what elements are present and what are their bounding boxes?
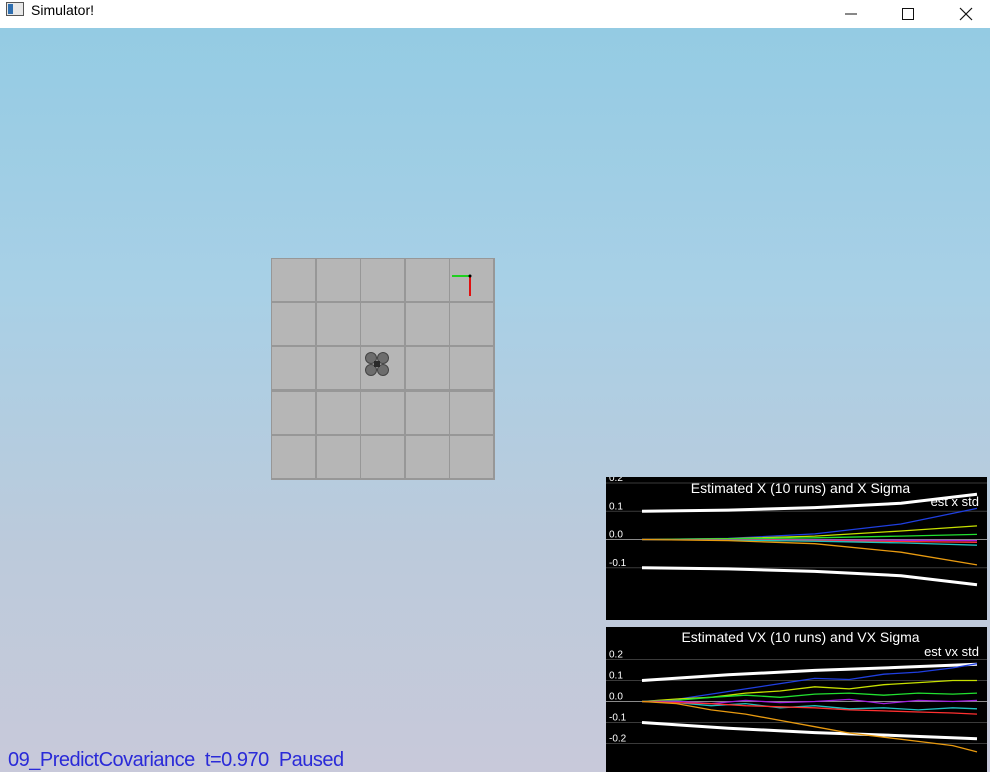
chart-0-series-line-1 (641, 566, 978, 587)
chart-0-ytick-label: 0.0 (609, 530, 623, 541)
chart-1-legend-label: est vx std (924, 644, 979, 659)
ground-tile (316, 303, 360, 346)
chart-0-ytick-label: -0.1 (609, 558, 627, 569)
ground-tile (405, 347, 449, 390)
chart-1-series-line-1 (641, 721, 978, 741)
ground-tile (450, 303, 494, 346)
ground-tile (272, 347, 315, 390)
maximize-button[interactable] (879, 0, 937, 28)
plot-estimated-vx[interactable]: 0.2 0.1 0.0 -0.1 -0.2 Estimated VX (10 runs) … (606, 627, 987, 772)
ground-tile (272, 303, 315, 346)
sim-state: Paused (278, 749, 344, 771)
chart-0-ytick-label: 0.1 (609, 501, 623, 512)
chart-1-series-line-7 (641, 700, 978, 715)
plot-estimated-x[interactable]: 0.2 0.1 0.0 -0.1 Estimated X (10 runs) and X… (606, 477, 987, 620)
chart-0-legend-label: est x std (931, 494, 979, 509)
chart-0-series-line-0 (641, 492, 978, 513)
ground-tile (405, 303, 449, 346)
ground-tile (450, 435, 494, 478)
axes-marker-icon (452, 274, 472, 296)
ground-tile (361, 435, 405, 478)
window-title: Simulator! (31, 2, 95, 18)
chart-1-ytick-label: -0.1 (609, 713, 627, 724)
ground-tile (405, 259, 449, 301)
chart-0-title: Estimated X (10 runs) and X Sigma (691, 480, 911, 496)
ground-tile (316, 435, 360, 478)
ground-tile (272, 435, 315, 478)
ground-tile (272, 259, 315, 301)
close-button[interactable] (937, 0, 990, 28)
scenario-name: 09_PredictCovariance (8, 749, 195, 771)
ground-tile (316, 347, 360, 390)
chart-0-series-line-2 (641, 507, 978, 541)
ground-tile (405, 391, 449, 434)
chart-0-ytick-label: 0.2 (609, 477, 623, 484)
ground-tile (450, 391, 494, 434)
ground-tile (450, 347, 494, 390)
chart-1-ytick-label: 0.1 (609, 671, 623, 682)
ground-tile (361, 259, 405, 301)
chart-1-series-line-0 (641, 662, 978, 682)
close-icon (959, 7, 973, 21)
chart-1-title: Estimated VX (10 runs) and VX Sigma (681, 629, 919, 645)
chart-1-ytick-label: 0.0 (609, 692, 623, 703)
quadrotor-icon (365, 352, 389, 376)
ground-tile (361, 303, 405, 346)
maximize-icon (902, 8, 914, 20)
plot-estimated-x-canvas: 0.2 0.1 0.0 -0.1 Estimated X (10 runs) and X… (606, 477, 987, 587)
ground-tile (272, 391, 315, 434)
status-line: 09_PredictCovariance t=0.970 Paused (8, 749, 344, 772)
chart-1-ytick-label: -0.2 (609, 734, 627, 745)
ground-tile (405, 435, 449, 478)
chart-1-ytick-label: 0.2 (609, 650, 623, 661)
minimize-icon (845, 13, 857, 15)
ground-tile (316, 259, 360, 301)
ground-tile (361, 391, 405, 434)
plot-estimated-vx-canvas: 0.2 0.1 0.0 -0.1 -0.2 Estimated VX (10 runs) … (606, 629, 987, 753)
chart-0-series-line-4 (641, 533, 978, 541)
window-titlebar[interactable]: Simulator! (0, 0, 990, 28)
sim-time: t=0.970 (204, 749, 269, 771)
app-icon (6, 2, 24, 16)
minimize-button[interactable] (822, 0, 880, 28)
ground-tile (316, 391, 360, 434)
